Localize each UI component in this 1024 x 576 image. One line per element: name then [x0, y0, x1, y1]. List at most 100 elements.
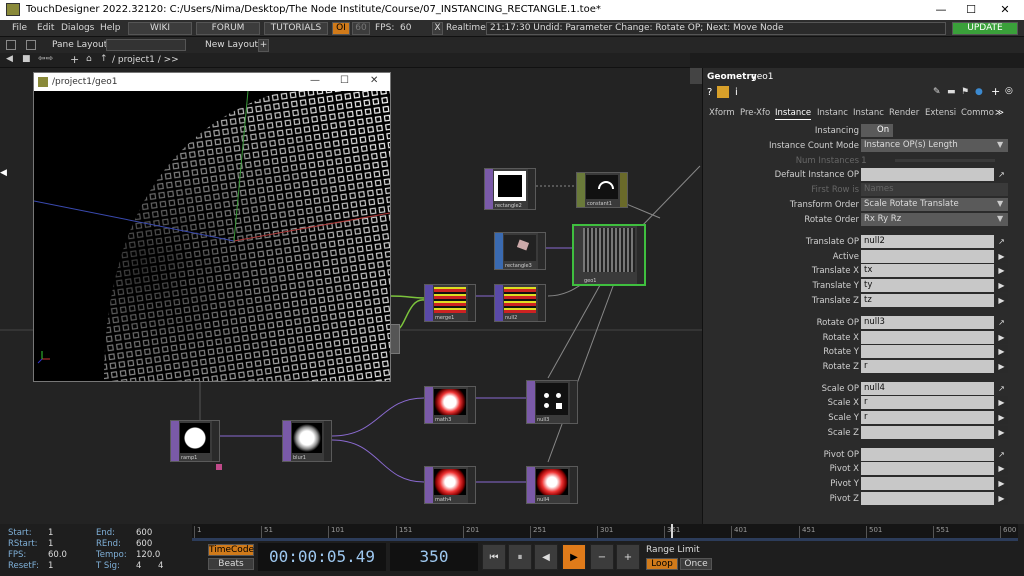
node-blur1[interactable]: blur1: [282, 420, 332, 462]
expand-arrow-icon[interactable]: ▶: [995, 294, 1008, 307]
expand-arrow-icon[interactable]: ▶: [995, 462, 1008, 475]
tab-common[interactable]: Commo: [961, 106, 994, 120]
tab-render[interactable]: Render: [889, 106, 919, 120]
node-rectangle2[interactable]: rectangle2: [484, 168, 536, 210]
tabs-more-icon[interactable]: ≫: [995, 106, 1004, 120]
tab-instance3[interactable]: Instanc: [853, 106, 884, 120]
rotate-order-dropdown[interactable]: Rx Ry Rz: [861, 213, 1008, 226]
pivot-x-field[interactable]: [861, 462, 994, 475]
tutorials-button[interactable]: TUTORIALS: [264, 22, 328, 35]
translate-z-field[interactable]: tz: [861, 294, 994, 307]
node-constant1[interactable]: constant1: [576, 172, 628, 208]
menu-file[interactable]: File: [12, 23, 27, 33]
up-icon[interactable]: ↑: [100, 54, 108, 64]
scale-z-field[interactable]: [861, 426, 994, 439]
viewer-maximize-button[interactable]: ☐: [340, 75, 349, 86]
loop-button[interactable]: Loop: [646, 558, 678, 570]
active-field[interactable]: [861, 250, 994, 263]
node-null2[interactable]: null2: [494, 284, 546, 322]
node-math4[interactable]: math4: [424, 466, 476, 504]
op-picker-icon[interactable]: ↗: [995, 448, 1008, 461]
node-rectangle3[interactable]: rectangle3: [494, 232, 546, 270]
fps-cap-button[interactable]: 60: [352, 22, 370, 35]
stop-icon[interactable]: ■: [22, 54, 31, 64]
python-icon[interactable]: [717, 86, 729, 98]
wiki-button[interactable]: WIKI: [128, 22, 192, 35]
node-null4[interactable]: null4: [526, 466, 578, 504]
tsig-a[interactable]: 4: [136, 561, 141, 571]
edit-icon[interactable]: ✎: [933, 87, 941, 97]
resetf-value[interactable]: 1: [48, 561, 53, 571]
num-instances-slider[interactable]: [895, 159, 995, 162]
realtime-checkbox[interactable]: X: [432, 22, 443, 35]
scale-y-field[interactable]: r: [861, 411, 994, 424]
help-icon[interactable]: ?: [707, 87, 712, 98]
node-null3[interactable]: null3: [526, 380, 578, 424]
update-button[interactable]: UPDATE: [952, 22, 1018, 35]
add-icon[interactable]: +: [70, 53, 79, 66]
ramp-flag-icon[interactable]: [216, 464, 222, 470]
transform-order-dropdown[interactable]: Scale Rotate Translate: [861, 198, 1008, 211]
pivot-op-field[interactable]: [861, 448, 994, 461]
op-picker-icon[interactable]: ↗: [995, 168, 1008, 181]
frame-minus-button[interactable]: −: [590, 544, 614, 570]
comment-icon[interactable]: ▬: [947, 87, 956, 97]
add-param-icon[interactable]: +: [991, 85, 1000, 98]
expand-arrow-icon[interactable]: ▶: [995, 264, 1008, 277]
expand-arrow-icon[interactable]: ▶: [995, 411, 1008, 424]
frame-plus-button[interactable]: +: [616, 544, 640, 570]
op-name[interactable]: geo1: [751, 72, 773, 82]
tab-pre-xform[interactable]: Pre-Xfo: [740, 106, 770, 120]
rotate-x-field[interactable]: [861, 331, 994, 344]
pane-collapse-icon[interactable]: [690, 68, 702, 84]
expand-arrow-icon[interactable]: ▶: [995, 492, 1008, 505]
first-row-dropdown[interactable]: Names: [861, 183, 1008, 196]
tsig-b[interactable]: 4: [158, 561, 163, 571]
timeline-range-bar[interactable]: [192, 538, 1018, 541]
fps-stat-value[interactable]: 60.0: [48, 550, 67, 560]
node-ramp1[interactable]: ramp1: [170, 420, 220, 462]
tab-extensions[interactable]: Extensi: [925, 106, 956, 120]
pane-split-icon[interactable]: [6, 40, 16, 50]
network-path[interactable]: / project1 / >>: [112, 55, 179, 65]
node-geo1[interactable]: geo1: [572, 224, 646, 286]
tab-xform[interactable]: Xform: [709, 106, 735, 120]
viewer-minimize-button[interactable]: —: [310, 75, 320, 86]
menu-edit[interactable]: Edit: [37, 23, 54, 33]
frame-display[interactable]: 350: [390, 543, 478, 571]
geo-viewer-window[interactable]: /project1/geo1 — ☐ ✕: [33, 72, 391, 382]
expand-arrow-icon[interactable]: ▶: [995, 360, 1008, 373]
arrows-icon[interactable]: ⇦⇨: [38, 54, 53, 64]
scale-op-field[interactable]: null4: [861, 382, 994, 395]
node-merge1[interactable]: merge1: [424, 284, 476, 322]
settings-icon[interactable]: ◎: [1005, 86, 1013, 96]
op-picker-icon[interactable]: ↗: [995, 382, 1008, 395]
menu-help[interactable]: Help: [100, 23, 121, 33]
tab-instance[interactable]: Instance: [775, 106, 812, 120]
language-icon[interactable]: ●: [975, 87, 983, 97]
menu-dialogs[interactable]: Dialogs: [61, 23, 94, 33]
start-value[interactable]: 1: [48, 528, 53, 538]
rend-value[interactable]: 600: [136, 539, 152, 549]
viewer-viewport[interactable]: [34, 91, 390, 381]
instancing-toggle[interactable]: On: [861, 124, 893, 137]
playhead[interactable]: [671, 524, 673, 538]
rotate-op-field[interactable]: null3: [861, 316, 994, 329]
pane-icon[interactable]: [26, 40, 36, 50]
rewind-button[interactable]: ⏮: [482, 544, 506, 570]
forum-button[interactable]: FORUM: [196, 22, 260, 35]
close-button[interactable]: ✕: [990, 2, 1020, 18]
once-button[interactable]: Once: [680, 558, 712, 570]
maximize-button[interactable]: ☐: [956, 2, 986, 18]
end-value[interactable]: 600: [136, 528, 152, 538]
home-icon[interactable]: ⌂: [86, 54, 92, 64]
timecode-display[interactable]: 00:00:05.49: [258, 543, 386, 571]
minimize-button[interactable]: —: [926, 2, 956, 18]
step-back-button[interactable]: ◀: [534, 544, 558, 570]
viewer-close-button[interactable]: ✕: [370, 75, 378, 86]
pivot-y-field[interactable]: [861, 477, 994, 490]
expand-arrow-icon[interactable]: ▶: [995, 396, 1008, 409]
rotate-y-field[interactable]: [861, 345, 994, 358]
expand-arrow-icon[interactable]: ▶: [995, 345, 1008, 358]
beats-button[interactable]: Beats: [208, 558, 254, 570]
